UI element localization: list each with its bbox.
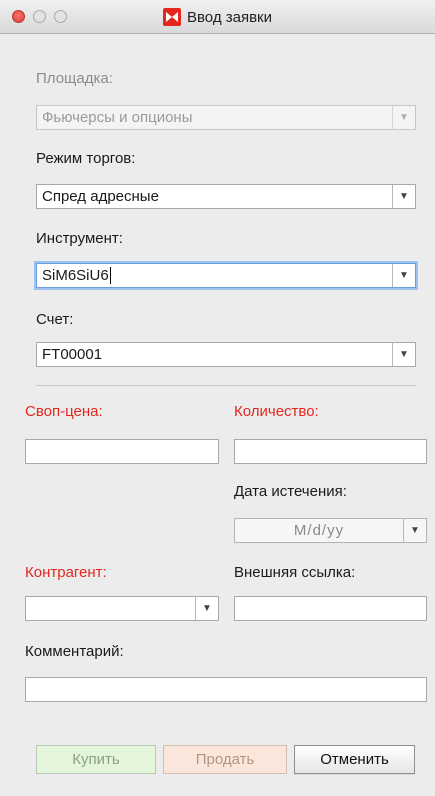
account-select[interactable]: FT00001 ▼ (36, 342, 416, 367)
window-title: Ввод заявки (187, 8, 272, 26)
quantity-input[interactable] (234, 439, 427, 464)
comment-input[interactable] (25, 677, 427, 702)
instrument-label: Инструмент: (36, 230, 123, 247)
cancel-button[interactable]: Отменить (294, 745, 415, 774)
expiry-date-picker[interactable]: M/d/yy ▼ (234, 518, 427, 543)
account-label: Счет: (36, 311, 74, 328)
chevron-down-icon: ▼ (392, 106, 415, 129)
swap-price-label: Своп-цена: (25, 403, 103, 420)
title-wrap: Ввод заявки (0, 0, 435, 34)
swap-price-input[interactable] (25, 439, 219, 464)
account-value: FT00001 (42, 346, 103, 363)
moex-logo-icon (163, 8, 181, 26)
comment-label: Комментарий: (25, 643, 124, 660)
chevron-down-icon[interactable]: ▼ (392, 264, 415, 287)
trade-mode-label: Режим торгов: (36, 150, 136, 167)
trade-mode-select[interactable]: Спред адресные ▼ (36, 184, 416, 209)
chevron-down-icon[interactable]: ▼ (195, 597, 218, 620)
chevron-down-icon[interactable]: ▼ (392, 185, 415, 208)
venue-label: Площадка: (36, 70, 113, 87)
instrument-combobox[interactable]: SiM6SiU6 ▼ (36, 263, 416, 288)
quantity-label: Количество: (234, 403, 319, 420)
trade-mode-value: Спред адресные (42, 188, 159, 205)
text-caret (109, 267, 111, 285)
sell-button[interactable]: Продать (163, 745, 287, 774)
buy-button[interactable]: Купить (36, 745, 156, 774)
instrument-value: SiM6SiU6 (42, 266, 109, 284)
counterparty-select[interactable]: ▼ (25, 596, 219, 621)
venue-value: Фьючерсы и опционы (42, 109, 193, 126)
external-ref-label: Внешняя ссылка: (234, 564, 356, 581)
expiry-date-label: Дата истечения: (234, 483, 347, 500)
instrument-input-wrap[interactable]: SiM6SiU6 (42, 267, 392, 285)
title-bar: Ввод заявки (0, 0, 435, 34)
expiry-date-placeholder: M/d/yy (293, 522, 345, 539)
separator (36, 385, 416, 386)
venue-select: Фьючерсы и опционы ▼ (36, 105, 416, 130)
counterparty-label: Контрагент: (25, 564, 107, 581)
chevron-down-icon[interactable]: ▼ (392, 343, 415, 366)
chevron-down-icon[interactable]: ▼ (403, 519, 426, 542)
external-ref-input[interactable] (234, 596, 427, 621)
